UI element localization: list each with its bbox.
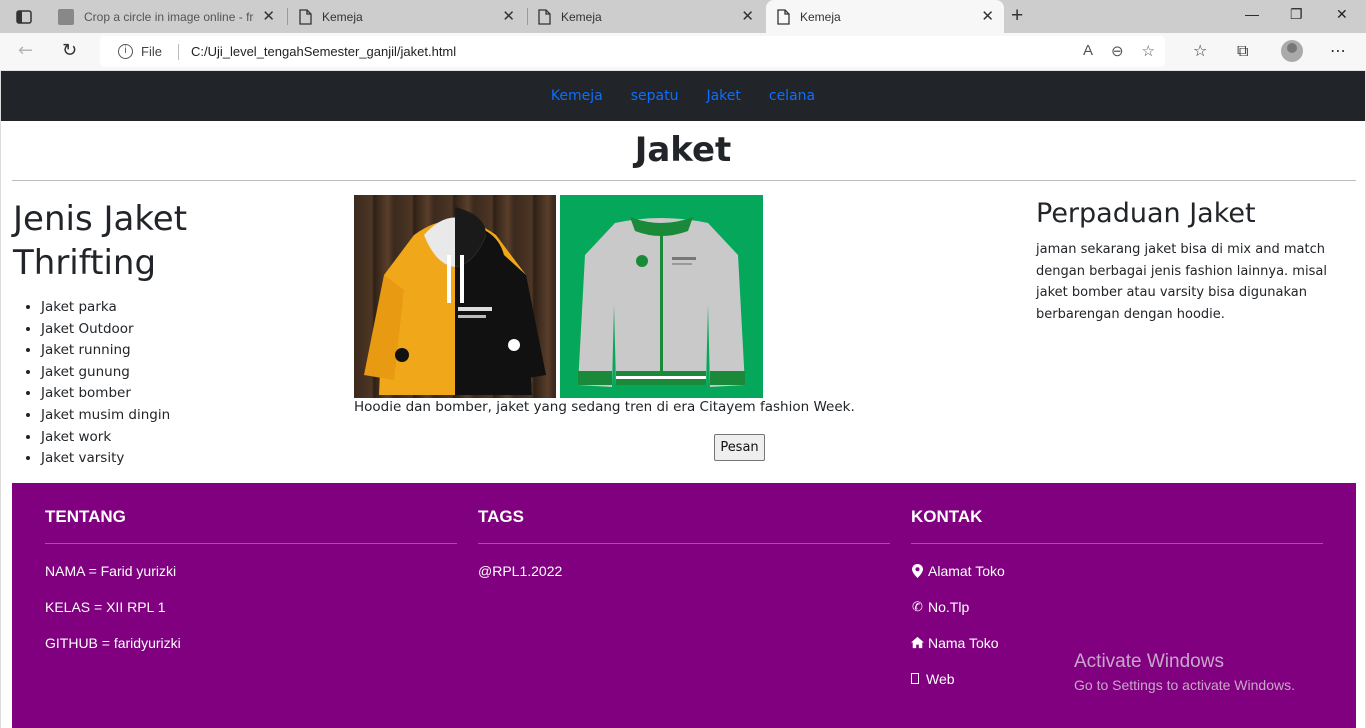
new-tab-icon[interactable]: +: [1011, 5, 1023, 27]
footer-contact-label: No.Tlp: [928, 598, 970, 615]
tab-close-icon[interactable]: ✕: [981, 9, 994, 24]
list-item: Jaket work: [41, 427, 333, 449]
footer-tag[interactable]: @RPL1.2022: [478, 561, 890, 580]
tab-close-icon[interactable]: ✕: [262, 9, 275, 24]
watermark-title: Activate Windows: [1074, 651, 1224, 672]
footer-about-name: NAMA = Farid yurizki: [45, 562, 177, 579]
footer-contact-label: Nama Toko: [928, 634, 999, 651]
jacket-types-section: Jenis Jaket Thrifting Jaket parka Jaket …: [13, 197, 333, 470]
jacket-gallery: Hoodie dan bomber, jaket yang sedang tre…: [354, 195, 974, 461]
tab-actions-button[interactable]: [10, 6, 38, 28]
list-item: Jaket varsity: [41, 448, 333, 470]
hoodie-image: [354, 195, 556, 398]
address-divider: [177, 43, 179, 60]
address-bar[interactable]: i File C:/Uji_level_tengahSemester_ganji…: [100, 36, 1165, 67]
read-aloud-icon[interactable]: A: [1083, 42, 1093, 60]
more-options-icon[interactable]: ⋯: [1330, 42, 1346, 60]
file-icon: [299, 8, 312, 25]
watermark-subtitle: Go to Settings to activate Windows.: [1074, 677, 1295, 693]
website-favicon-icon: [58, 8, 74, 25]
browser-tab-crop[interactable]: Crop a circle in image online - fre ✕: [52, 0, 285, 33]
footer-contact-label: Web: [926, 670, 955, 687]
close-window-icon[interactable]: ✕: [1336, 6, 1348, 23]
tab-divider: [527, 8, 528, 25]
nav-link-jaket[interactable]: Jaket: [692, 88, 754, 104]
jacket-pairing-text: jaman sekarang jaket bisa di mix and mat…: [1036, 242, 1327, 322]
file-icon: [777, 8, 790, 25]
list-item: Jaket running: [41, 340, 333, 362]
url-text[interactable]: C:/Uji_level_tengahSemester_ganjil/jaket…: [191, 44, 456, 59]
nav-link-sepatu[interactable]: sepatu: [617, 88, 693, 104]
footer-contact-address[interactable]: Alamat Toko: [911, 561, 1323, 580]
page-title: Jaket: [634, 130, 732, 170]
minimize-icon[interactable]: —: [1245, 6, 1259, 22]
footer-about-column: TENTANG NAMA = Farid yurizki KELAS = XII…: [45, 507, 457, 652]
jacket-pairing-heading: Perpaduan Jaket: [1036, 198, 1256, 229]
footer-about-github: GITHUB = faridyurizki: [45, 634, 181, 651]
profile-avatar[interactable]: [1281, 40, 1303, 62]
address-toolbar: ← ↻ i File C:/Uji_level_tengahSemester_g…: [0, 33, 1366, 71]
tab-title: Kemeja: [800, 9, 841, 24]
footer-tags-column: TAGS @RPL1.2022: [478, 507, 890, 580]
tab-title: Crop a circle in image online - fre: [84, 9, 254, 24]
gallery-caption: Hoodie dan bomber, jaket yang sedang tre…: [354, 399, 855, 415]
back-arrow-icon[interactable]: ←: [18, 41, 33, 61]
browser-tab-kemeja-active[interactable]: Kemeja ✕: [766, 0, 1004, 33]
list-item: Jaket gunung: [41, 362, 333, 384]
footer-divider: [45, 543, 457, 544]
footer-divider: [911, 543, 1323, 544]
list-item: Jaket bomber: [41, 383, 333, 405]
footer-divider: [478, 543, 890, 544]
nav-link-celana[interactable]: celana: [755, 88, 829, 104]
footer-contact-phone[interactable]: ✆ No.Tlp: [911, 597, 1323, 616]
windows-activation-watermark: Activate Windows Go to Settings to activ…: [1074, 651, 1295, 693]
divider: [12, 180, 1356, 181]
browser-tab-kemeja-2[interactable]: Kemeja ✕: [531, 0, 764, 33]
footer-about-class: KELAS = XII RPL 1: [45, 598, 166, 615]
site-footer: TENTANG NAMA = Farid yurizki KELAS = XII…: [12, 483, 1356, 728]
footer-contact-store[interactable]: Nama Toko: [911, 633, 1323, 652]
web-icon: [911, 673, 919, 684]
browser-tab-strip: Crop a circle in image online - fre ✕ Ke…: [0, 0, 1366, 33]
top-navbar: Kemeja sepatu Jaket celana: [1, 71, 1365, 121]
tab-title: Kemeja: [561, 9, 602, 24]
list-item: Jaket parka: [41, 297, 333, 319]
jacket-pairing-section: Perpaduan Jaket jaman sekarang jaket bis…: [1036, 195, 1356, 325]
phone-icon: ✆: [912, 598, 923, 614]
add-favorite-icon[interactable]: ☆: [1142, 42, 1155, 60]
list-item: Jaket Outdoor: [41, 319, 333, 341]
tab-title: Kemeja: [322, 9, 363, 24]
restore-icon[interactable]: ❐: [1290, 6, 1303, 23]
order-button[interactable]: Pesan: [714, 434, 765, 461]
footer-contact-label: Alamat Toko: [928, 562, 1005, 579]
tab-close-icon[interactable]: ✕: [502, 9, 515, 24]
file-icon: [538, 8, 551, 25]
collections-icon[interactable]: ⧉: [1237, 42, 1248, 60]
tab-actions-icon: [16, 10, 32, 24]
jacket-types-list: Jaket parka Jaket Outdoor Jaket running …: [13, 297, 333, 470]
favorites-icon[interactable]: ☆: [1193, 42, 1207, 60]
jacket-types-heading: Jenis Jaket Thrifting: [13, 199, 188, 283]
map-marker-icon: [912, 563, 923, 578]
browser-tab-kemeja-1[interactable]: Kemeja ✕: [292, 0, 525, 33]
bomber-jacket-image: [560, 195, 763, 398]
home-icon: [911, 636, 924, 649]
zoom-out-icon[interactable]: ⊖: [1111, 42, 1124, 60]
web-page: Kemeja sepatu Jaket celana Jaket Jenis J…: [0, 71, 1366, 728]
footer-tags-title: TAGS: [478, 507, 524, 526]
nav-link-kemeja[interactable]: Kemeja: [537, 88, 617, 104]
tab-close-icon[interactable]: ✕: [741, 9, 754, 24]
footer-contact-title: KONTAK: [911, 507, 983, 526]
info-icon[interactable]: i: [118, 44, 133, 59]
security-label: File: [141, 44, 162, 59]
list-item: Jaket musim dingin: [41, 405, 333, 427]
footer-about-title: TENTANG: [45, 507, 126, 526]
tab-divider: [287, 8, 288, 25]
reload-icon[interactable]: ↻: [62, 41, 77, 61]
